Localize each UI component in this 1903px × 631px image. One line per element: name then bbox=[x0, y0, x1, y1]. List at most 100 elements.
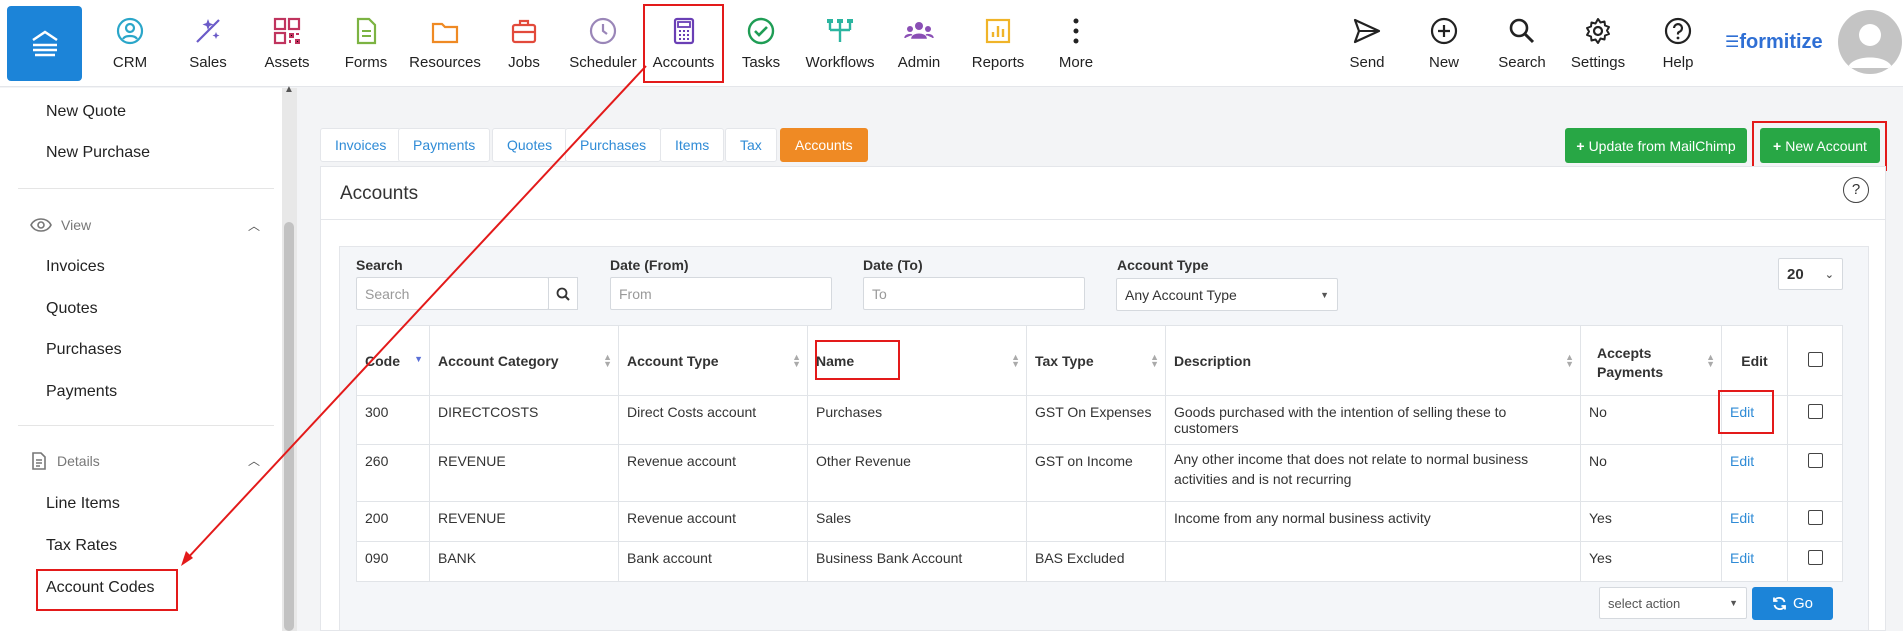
date-to-input[interactable]: To bbox=[863, 277, 1085, 310]
tab-quotes[interactable]: Quotes bbox=[492, 128, 568, 162]
cell-accepts-payments: Yes bbox=[1580, 541, 1722, 582]
tab-items[interactable]: Items bbox=[660, 128, 725, 162]
scroll-up-arrow-icon[interactable]: ▲ bbox=[283, 84, 295, 96]
sort-icon: ▲ ▼ bbox=[1565, 352, 1574, 369]
search-label: Search bbox=[356, 257, 403, 273]
resources-icon bbox=[431, 22, 459, 44]
tab-payments[interactable]: Payments bbox=[398, 128, 491, 162]
nav-label: Resources bbox=[409, 54, 481, 71]
column-header-accepts-payments[interactable]: Accepts Payments ▲ ▼ bbox=[1580, 325, 1722, 396]
caret-down-icon: ▼ bbox=[1320, 289, 1329, 300]
cell-category: REVENUE bbox=[429, 444, 619, 502]
chevron-up-icon: ︿ bbox=[248, 454, 261, 468]
user-avatar-icon bbox=[1848, 24, 1892, 68]
nav-settings[interactable]: Settings bbox=[1561, 10, 1635, 80]
nav-search[interactable]: Search bbox=[1485, 10, 1559, 80]
cell-name: Business Bank Account bbox=[807, 541, 1027, 582]
column-header-label: Description bbox=[1174, 352, 1252, 369]
table-row[interactable]: 300 DIRECTCOSTS Direct Costs account Pur… bbox=[356, 395, 1843, 445]
row-checkbox[interactable] bbox=[1807, 510, 1823, 525]
caret-down-icon: ▼ bbox=[1729, 598, 1738, 608]
sidebar-item-new-quote[interactable]: New Quote bbox=[46, 103, 126, 121]
nav-help[interactable]: Help bbox=[1641, 10, 1715, 80]
sidebar-item-purchases[interactable]: Purchases bbox=[46, 341, 122, 359]
nav-forms[interactable]: Forms bbox=[329, 10, 403, 80]
annotation-highlight-edit-link bbox=[1718, 390, 1774, 434]
jobs-icon bbox=[511, 19, 537, 44]
nav-workflows[interactable]: Workflows bbox=[803, 10, 877, 80]
table-row[interactable]: 200 REVENUE Revenue account Sales Income… bbox=[356, 501, 1843, 542]
search-submit-button[interactable] bbox=[548, 277, 578, 310]
row-checkbox[interactable] bbox=[1807, 453, 1823, 468]
edit-link[interactable]: Edit bbox=[1721, 541, 1788, 582]
nav-sales[interactable]: Sales bbox=[171, 10, 245, 80]
document-icon bbox=[32, 452, 46, 470]
home-button[interactable] bbox=[7, 6, 82, 81]
nav-more[interactable]: More bbox=[1039, 10, 1113, 80]
sidebar-item-tax-rates[interactable]: Tax Rates bbox=[46, 537, 117, 555]
date-from-input[interactable]: From bbox=[610, 277, 832, 310]
tab-accounts[interactable]: Accounts bbox=[780, 128, 868, 162]
cell-description: Income from any normal business activity bbox=[1165, 501, 1581, 542]
send-icon bbox=[1353, 18, 1381, 44]
table-row[interactable]: 090 BANK Bank account Business Bank Acco… bbox=[356, 541, 1843, 582]
nav-accounts[interactable]: Accounts bbox=[643, 4, 724, 83]
sidebar-item-payments[interactable]: Payments bbox=[46, 383, 117, 401]
search-input[interactable]: Search bbox=[356, 277, 549, 310]
nav-new[interactable]: New bbox=[1407, 10, 1481, 80]
nav-admin[interactable]: Admin bbox=[882, 10, 956, 80]
column-header-label: Code bbox=[365, 352, 400, 369]
select-all-checkbox[interactable] bbox=[1807, 351, 1823, 367]
nav-label: Help bbox=[1662, 54, 1694, 71]
tab-invoices[interactable]: Invoices bbox=[320, 128, 402, 162]
nav-crm[interactable]: CRM bbox=[93, 10, 167, 80]
nav-send[interactable]: Send bbox=[1330, 10, 1404, 80]
update-from-mailchimp-button[interactable]: + Update from MailChimp bbox=[1565, 128, 1747, 163]
sidebar-heading: View bbox=[61, 217, 92, 233]
edit-link[interactable]: Edit bbox=[1721, 444, 1788, 502]
column-header-tax-type[interactable]: Tax Type ▲ ▼ bbox=[1026, 325, 1166, 396]
column-header-account-type[interactable]: Account Type ▲ ▼ bbox=[618, 325, 808, 396]
sidebar-item-quotes[interactable]: Quotes bbox=[46, 300, 98, 318]
tab-purchases[interactable]: Purchases bbox=[565, 128, 662, 162]
sidebar-scrollbar-thumb[interactable] bbox=[284, 222, 294, 631]
page-size-select[interactable]: 20 ⌄ bbox=[1778, 258, 1843, 290]
sort-icon: ▲ ▼ bbox=[603, 352, 612, 369]
edit-link[interactable]: Edit bbox=[1721, 501, 1788, 542]
column-header-code[interactable]: Code ▼ bbox=[356, 325, 430, 396]
nav-resources[interactable]: Resources bbox=[408, 10, 482, 80]
help-circle-icon[interactable]: ? bbox=[1843, 177, 1869, 203]
nav-assets[interactable]: Assets bbox=[250, 10, 324, 80]
cell-tax-type: BAS Excluded bbox=[1026, 541, 1166, 582]
row-checkbox[interactable] bbox=[1807, 550, 1823, 565]
nav-reports[interactable]: Reports bbox=[961, 10, 1035, 80]
nav-label: Workflows bbox=[805, 54, 875, 71]
column-header-description[interactable]: Description ▲ ▼ bbox=[1165, 325, 1581, 396]
go-button[interactable]: Go bbox=[1752, 587, 1833, 620]
column-header-account-category[interactable]: Account Category ▲ ▼ bbox=[429, 325, 619, 396]
sidebar-item-new-purchase[interactable]: New Purchase bbox=[46, 144, 150, 162]
column-header-label: Account Category bbox=[438, 352, 559, 369]
bulk-action-select[interactable]: select action ▼ bbox=[1599, 587, 1747, 619]
column-header-label: Accepts Payments bbox=[1597, 344, 1664, 380]
nav-label: Search bbox=[1498, 54, 1546, 71]
cell-category: BANK bbox=[429, 541, 619, 582]
workflows-icon bbox=[827, 19, 853, 42]
avatar[interactable] bbox=[1838, 10, 1902, 74]
nav-tasks[interactable]: Tasks bbox=[724, 10, 798, 80]
chevron-down-icon: ⌄ bbox=[1824, 268, 1834, 281]
brand-logo[interactable]: ☰formitize bbox=[1725, 31, 1823, 54]
top-navbar: CRM Sales Assets Forms Resources Jobs Sc… bbox=[0, 0, 1903, 87]
sidebar-section-view[interactable]: View ︿ bbox=[30, 217, 270, 233]
row-checkbox[interactable] bbox=[1807, 404, 1823, 419]
account-type-select[interactable]: Any Account Type ▼ bbox=[1116, 278, 1338, 311]
sidebar-item-invoices[interactable]: Invoices bbox=[46, 258, 105, 276]
nav-jobs[interactable]: Jobs bbox=[487, 10, 561, 80]
sidebar-section-details[interactable]: Details ︿ bbox=[30, 452, 270, 470]
account-type-label: Account Type bbox=[1117, 257, 1209, 273]
nav-scheduler[interactable]: Scheduler bbox=[566, 10, 640, 80]
tab-tax[interactable]: Tax bbox=[725, 128, 777, 162]
sidebar-item-line-items[interactable]: Line Items bbox=[46, 495, 120, 513]
reports-icon bbox=[985, 18, 1011, 44]
table-row[interactable]: 260 REVENUE Revenue account Other Revenu… bbox=[356, 444, 1843, 502]
